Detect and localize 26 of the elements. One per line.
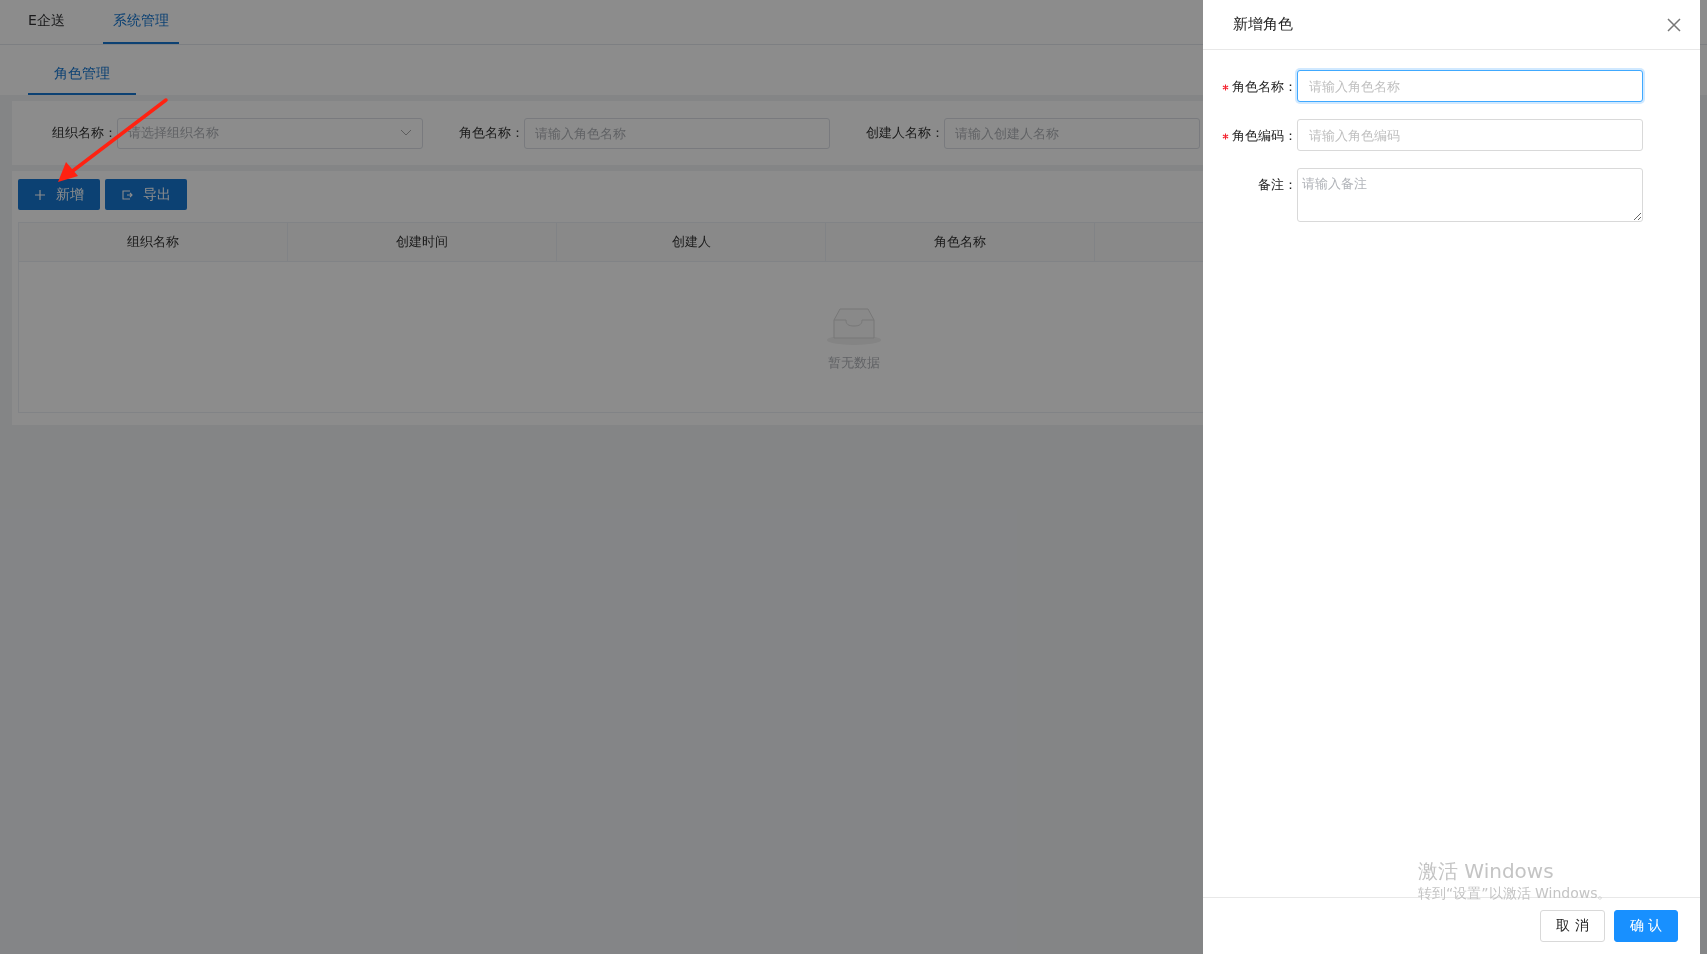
drawer-title: 新增角色 <box>1233 15 1293 34</box>
field-label: 备注： <box>1258 176 1297 194</box>
field-label: 角色编码： <box>1232 127 1297 145</box>
nav-tab[interactable]: E企送 <box>18 0 75 44</box>
close-icon[interactable] <box>1666 16 1682 33</box>
watermark-title: 激活 Windows <box>1418 858 1555 885</box>
watermark-text: 转到“设置”以激活 Windows。 <box>1418 885 1612 903</box>
column-header: 创建人 <box>557 223 826 261</box>
toolbar-button[interactable]: 导出 <box>105 179 187 210</box>
confirm-button[interactable]: 确 认 <box>1613 910 1678 942</box>
chevron-down-icon <box>400 129 412 137</box>
page-tab[interactable]: 角色管理 <box>28 65 136 95</box>
cancel-button[interactable]: 取 消 <box>1540 910 1605 942</box>
textarea-field[interactable]: 请输入备注 <box>1297 168 1643 222</box>
export-icon <box>121 188 133 201</box>
filter-label: 创建人名称： <box>866 124 944 142</box>
column-header: 创建时间 <box>288 223 557 261</box>
filter-label: 角色名称： <box>459 124 524 142</box>
toolbar-button[interactable]: 新增 <box>18 179 100 210</box>
input-field[interactable]: 请输入角色名称 <box>1297 70 1643 102</box>
field-label: 角色名称： <box>1232 78 1297 96</box>
plus-icon <box>34 188 46 201</box>
input-field[interactable]: 请输入角色编码 <box>1297 119 1643 151</box>
column-header: 角色名称 <box>826 223 1095 261</box>
filter-label: 组织名称： <box>52 124 117 142</box>
column-header: 组织名称 <box>19 223 288 261</box>
